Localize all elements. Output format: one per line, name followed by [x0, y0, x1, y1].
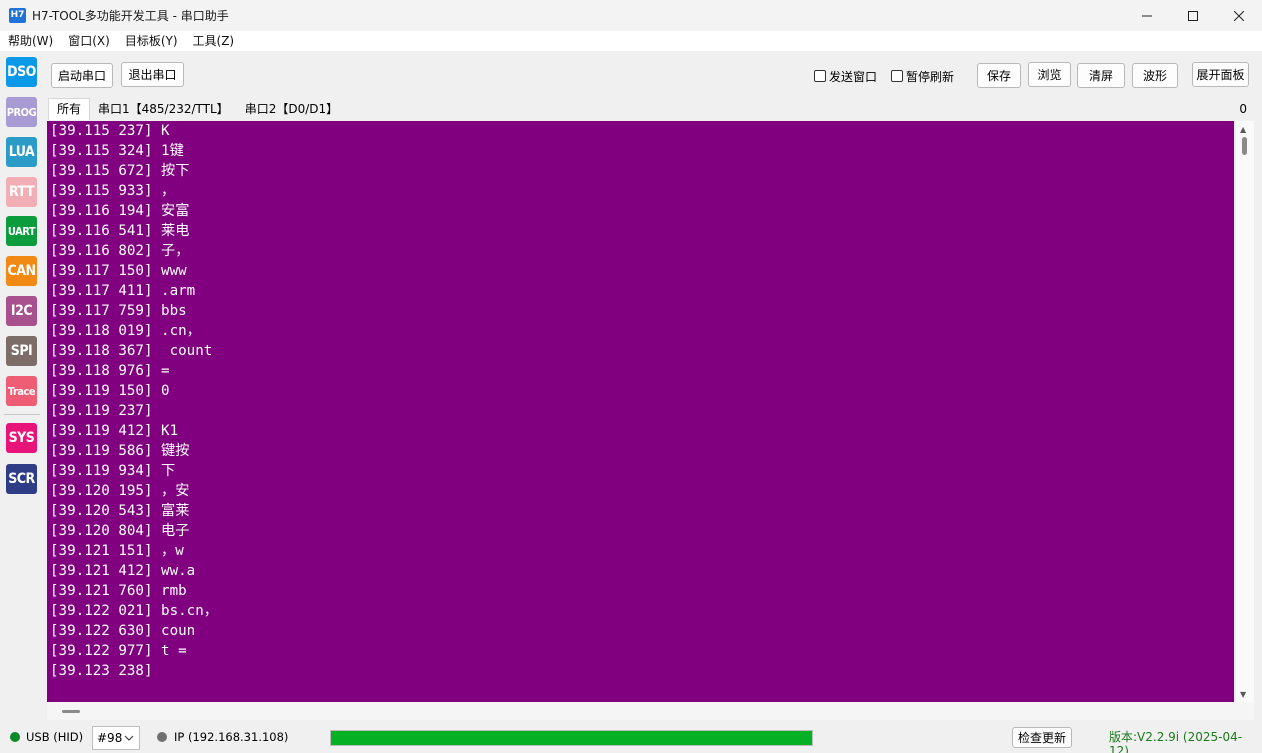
- menu-help[interactable]: 帮助(W): [0, 31, 60, 51]
- usb-status-icon: [10, 732, 20, 742]
- console-line: [39.119 934] 下: [50, 463, 176, 479]
- menu-window[interactable]: 窗口(X): [60, 31, 117, 51]
- maximize-button[interactable]: [1170, 0, 1216, 31]
- start-serial-button[interactable]: 启动串口: [51, 63, 113, 88]
- tool-rtt-button[interactable]: RTT: [6, 177, 37, 207]
- console-line: [39.120 804] 电子: [50, 523, 190, 539]
- scroll-thumb[interactable]: [1242, 137, 1247, 155]
- console-line: [39.121 760] rmb: [50, 583, 187, 599]
- tool-trace-button[interactable]: Trace: [6, 376, 37, 406]
- console-line: [39.123 238]: [50, 663, 153, 679]
- minimize-button[interactable]: [1124, 0, 1170, 31]
- tool-lua-button[interactable]: LUA: [6, 137, 37, 167]
- tool-can-button[interactable]: CAN: [6, 256, 37, 286]
- console-line: [39.118 976] =: [50, 363, 170, 379]
- console-line: [39.122 630] coun: [50, 623, 196, 639]
- tool-uart-button[interactable]: UART: [6, 216, 37, 246]
- console-line: [39.116 802] 子，: [50, 243, 190, 259]
- sidebar-divider: [4, 414, 40, 415]
- ip-status: IP (192.168.31.108): [174, 730, 289, 744]
- window-title: H7-TOOL多功能开发工具 - 串口助手: [32, 9, 229, 23]
- waveform-button[interactable]: 波形: [1132, 63, 1178, 88]
- console-line: [39.122 021] bs.cn，: [50, 603, 218, 619]
- console-line: [39.119 412] K1: [50, 423, 179, 439]
- ip-status-icon: [157, 732, 167, 742]
- console-line: [39.115 933] ，: [50, 183, 176, 199]
- tool-sys-button[interactable]: SYS: [6, 423, 37, 453]
- tab-all[interactable]: 所有: [48, 98, 91, 120]
- clear-screen-button[interactable]: 清屏: [1077, 63, 1125, 88]
- send-window-label: 发送窗口: [829, 69, 878, 84]
- close-icon: [1234, 10, 1244, 21]
- tool-dso-button[interactable]: DSO: [6, 57, 37, 87]
- tab-serial1[interactable]: 串口1【485/232/TTL】: [90, 99, 237, 120]
- tool-sidebar: DSO PROG LUA RTT UART CAN I2C SPI Trace …: [0, 51, 44, 721]
- console-line: [39.119 237]: [50, 403, 153, 419]
- checkbox-box[interactable]: [814, 70, 826, 82]
- usb-status: USB (HID): [26, 730, 84, 744]
- scroll-thumb[interactable]: [62, 710, 80, 713]
- console-line: [39.116 541] 莱电: [50, 223, 190, 239]
- checkbox-box[interactable]: [891, 70, 903, 82]
- console-line: [39.115 237] K: [50, 123, 170, 139]
- menu-target-board[interactable]: 目标板(Y): [117, 31, 185, 51]
- send-window-checkbox[interactable]: 发送窗口: [814, 68, 877, 84]
- console-line: [39.115 672] 按下: [50, 163, 190, 179]
- tool-spi-button[interactable]: SPI: [6, 336, 37, 366]
- device-select[interactable]: #98: [92, 726, 140, 750]
- console-line: [39.121 412] ww.a: [50, 563, 196, 579]
- progress-bar: [330, 730, 813, 746]
- pause-refresh-label: 暂停刷新: [906, 69, 955, 84]
- console-line: [39.117 150] www: [50, 263, 187, 279]
- window-controls: [1124, 0, 1262, 31]
- horizontal-scrollbar[interactable]: [47, 702, 1254, 720]
- title-bar: H7 H7-TOOL多功能开发工具 - 串口助手: [0, 0, 1262, 31]
- tool-i2c-button[interactable]: I2C: [6, 296, 37, 326]
- close-button[interactable]: [1216, 0, 1262, 31]
- expand-panel-button[interactable]: 展开面板: [1192, 62, 1249, 87]
- browse-button[interactable]: 浏览: [1028, 62, 1071, 87]
- vertical-scrollbar[interactable]: ▲ ▼: [1236, 121, 1254, 702]
- console-line: [39.118 019] .cn，: [50, 323, 201, 339]
- tab-count: 0: [1239, 102, 1247, 116]
- status-bar: USB (HID) #98 IP (192.168.31.108) 检查更新 版…: [0, 722, 1262, 753]
- maximize-icon: [1188, 10, 1198, 21]
- tool-scr-button[interactable]: SCR: [6, 464, 37, 494]
- console-line: [39.120 195] ，安: [50, 483, 190, 499]
- menu-tools[interactable]: 工具(Z): [185, 31, 242, 51]
- tab-serial2[interactable]: 串口2【D0/D1】: [236, 99, 347, 120]
- console-line: [39.115 324] 1键: [50, 143, 184, 159]
- progress-fill: [331, 731, 812, 745]
- console-line: [39.118 367] count: [50, 343, 213, 359]
- scroll-up-icon[interactable]: ▲: [1240, 125, 1246, 134]
- tool-prog-button[interactable]: PROG: [6, 97, 37, 127]
- console-line: [39.119 586] 键按: [50, 443, 190, 459]
- device-select-value: #98: [97, 731, 123, 745]
- console-line: [39.120 543] 富莱: [50, 503, 190, 519]
- console-line: [39.121 151] ，w: [50, 543, 184, 559]
- exit-serial-button[interactable]: 退出串口: [121, 62, 184, 87]
- app-icon: H7: [9, 8, 26, 23]
- console-line: [39.119 150] 0: [50, 383, 170, 399]
- console-line: [39.117 411] .arm: [50, 283, 196, 299]
- chevron-down-icon: [124, 735, 134, 741]
- version-label: 版本:V2.2.9i (2025-04-12): [1109, 730, 1243, 753]
- console-line: [39.122 977] t =: [50, 643, 187, 659]
- serial-output[interactable]: [39.115 237] K [39.115 324] 1键 [39.115 672…: [47, 121, 1234, 702]
- pause-refresh-checkbox[interactable]: 暂停刷新: [891, 68, 954, 84]
- minimize-icon: [1142, 15, 1152, 16]
- scroll-down-icon[interactable]: ▼: [1240, 690, 1246, 699]
- console-line: [39.117 759] bbs: [50, 303, 187, 319]
- save-button[interactable]: 保存: [977, 63, 1021, 88]
- serial-tabs: 所有 串口1【485/232/TTL】 串口2【D0/D1】: [48, 98, 347, 120]
- console-line: [39.116 194] 安富: [50, 203, 190, 219]
- check-update-button[interactable]: 检查更新: [1012, 727, 1072, 748]
- menu-bar: 帮助(W) 窗口(X) 目标板(Y) 工具(Z): [0, 31, 1262, 51]
